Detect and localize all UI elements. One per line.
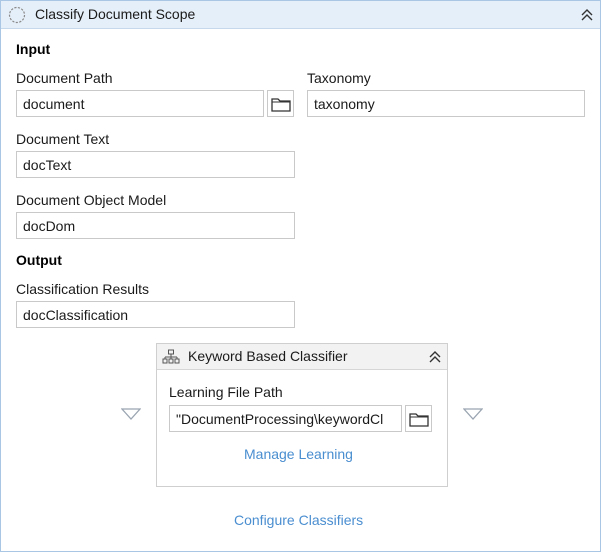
learning-file-path-label: Learning File Path bbox=[169, 384, 283, 400]
collapse-icon[interactable] bbox=[579, 7, 595, 23]
hierarchy-icon bbox=[162, 349, 180, 365]
drop-target-right-icon[interactable] bbox=[462, 407, 484, 420]
document-text-input[interactable]: docText bbox=[16, 151, 295, 178]
classifier-title: Keyword Based Classifier bbox=[188, 348, 348, 364]
input-section-title: Input bbox=[16, 41, 51, 57]
document-path-label: Document Path bbox=[16, 70, 113, 86]
classify-document-scope-activity: Classify Document Scope Input Document P… bbox=[0, 0, 601, 552]
keyword-based-classifier-activity: Keyword Based Classifier Learning File P… bbox=[156, 343, 448, 487]
classification-results-input[interactable]: docClassification bbox=[16, 301, 295, 328]
classification-results-label: Classification Results bbox=[16, 281, 150, 297]
classifier-header[interactable]: Keyword Based Classifier bbox=[157, 344, 447, 370]
classifier-collapse-icon[interactable] bbox=[427, 349, 443, 365]
taxonomy-input[interactable]: taxonomy bbox=[307, 90, 585, 117]
drop-target-left-icon[interactable] bbox=[120, 407, 142, 420]
configure-classifiers-link[interactable]: Configure Classifiers bbox=[234, 512, 363, 528]
folder-icon bbox=[409, 413, 429, 427]
document-object-model-input[interactable]: docDom bbox=[16, 212, 295, 239]
output-section-title: Output bbox=[16, 252, 62, 268]
activity-header[interactable]: Classify Document Scope bbox=[1, 1, 600, 29]
learning-file-path-input[interactable]: "DocumentProcessing\keywordCl bbox=[169, 405, 402, 432]
document-path-input[interactable]: document bbox=[16, 90, 264, 117]
folder-icon bbox=[271, 98, 291, 112]
taxonomy-label: Taxonomy bbox=[307, 70, 371, 86]
scope-circle-icon bbox=[8, 6, 26, 24]
document-path-browse-button[interactable] bbox=[267, 90, 294, 117]
document-text-label: Document Text bbox=[16, 131, 110, 147]
activity-title: Classify Document Scope bbox=[35, 6, 196, 22]
document-object-model-label: Document Object Model bbox=[16, 192, 167, 208]
learning-file-path-browse-button[interactable] bbox=[405, 405, 432, 432]
manage-learning-link[interactable]: Manage Learning bbox=[244, 446, 353, 462]
